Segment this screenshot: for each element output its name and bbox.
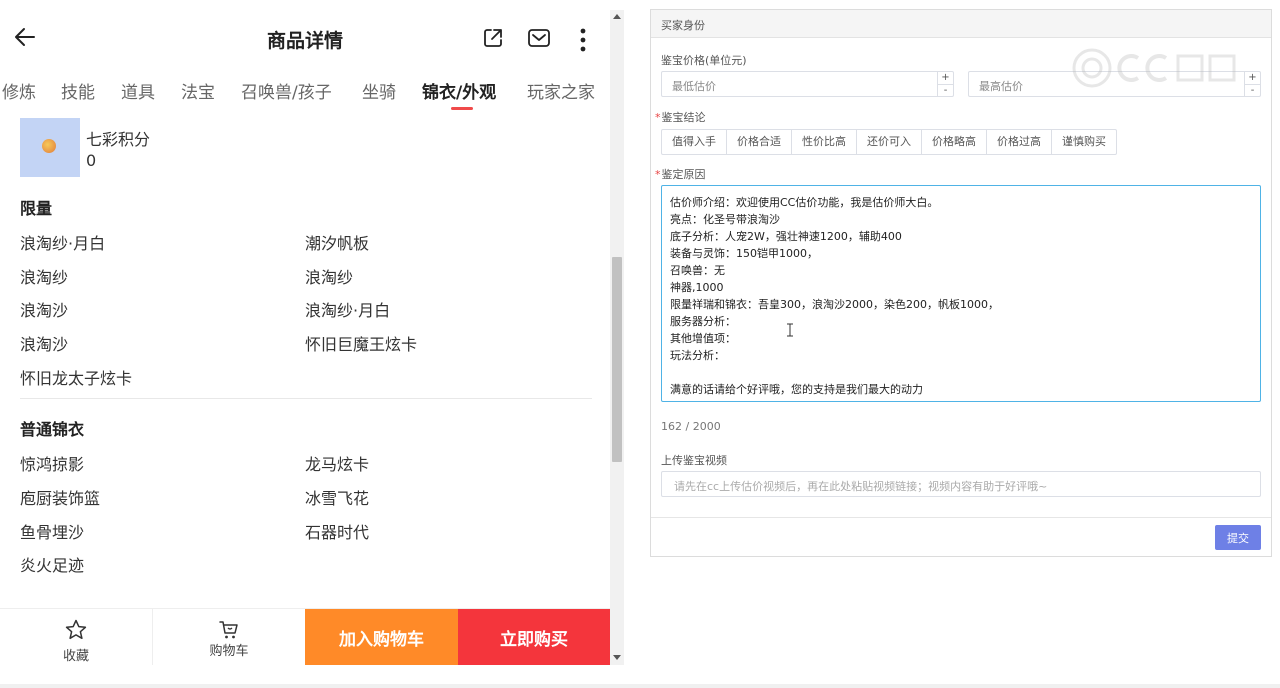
- message-icon[interactable]: [526, 26, 552, 50]
- scrollbar-thumb[interactable]: [612, 257, 622, 462]
- scroll-down-arrow-icon[interactable]: [613, 655, 621, 660]
- points-coin-icon: [42, 139, 56, 153]
- reason-line: 限量祥瑞和锦衣：吾皇300，浪淘沙2000，染色200，帆板1000，: [670, 298, 999, 311]
- video-link-input[interactable]: 请先在cc上传估价视频后，再在此处粘贴视频链接；视频内容有助于好评哦~: [661, 471, 1261, 497]
- list-item: 怀旧巨魔王炫卡: [305, 335, 418, 354]
- vertical-scrollbar[interactable]: [610, 10, 624, 665]
- reason-line: 装备与灵饰：150铠甲1000，: [670, 247, 818, 260]
- tab-pets-children[interactable]: 召唤兽/孩子: [241, 78, 332, 103]
- window-bottom-edge: [0, 684, 1280, 688]
- points-value: 0: [86, 151, 97, 170]
- star-icon: [65, 619, 87, 640]
- bottom-action-bar: 收藏 购物车 加入购物车 立即购买: [0, 608, 610, 665]
- tab-player-home[interactable]: 玩家之家: [527, 78, 595, 103]
- top-navbar: 商品详情: [0, 0, 610, 76]
- list-item: 浪淘纱: [20, 268, 69, 287]
- buy-now-button[interactable]: 立即购买: [458, 609, 610, 665]
- more-options-icon[interactable]: [572, 26, 594, 54]
- points-label: 七彩积分: [86, 130, 151, 149]
- tab-cultivation[interactable]: 修炼: [2, 78, 36, 103]
- cart-label: 购物车: [209, 644, 249, 659]
- regular-section-title: 普通锦衣: [20, 420, 85, 439]
- form-footer-divider: [651, 517, 1271, 518]
- min-price-input[interactable]: 最低估价 + -: [661, 71, 954, 97]
- tab-items[interactable]: 道具: [121, 78, 155, 103]
- max-price-placeholder: 最高估价: [979, 80, 1023, 93]
- cart-button[interactable]: 购物车: [153, 609, 305, 665]
- cart-icon: [219, 621, 238, 639]
- reason-line: 神器,1000: [670, 281, 724, 294]
- reason-line: 亮点：化圣号带浪淘沙: [670, 213, 780, 226]
- conclusion-options: 值得入手 价格合适 性价比高 还价可入 价格略高 价格过高 谨慎购买: [661, 129, 1117, 155]
- decrement-button[interactable]: -: [938, 84, 953, 96]
- tab-mounts[interactable]: 坐骑: [362, 78, 396, 103]
- points-badge-image: [20, 118, 80, 177]
- price-label: 鉴宝价格(单位元): [661, 54, 747, 67]
- category-tabs: 修炼 技能 道具 法宝 召唤兽/孩子 坐骑 锦衣/外观 玩家之家: [0, 78, 610, 114]
- increment-button[interactable]: +: [938, 72, 953, 84]
- tab-skills[interactable]: 技能: [61, 78, 95, 103]
- reason-line: 底子分析：人宠2W，强壮神速1200，辅助400: [670, 230, 902, 243]
- text-cursor-icon: [787, 323, 793, 337]
- section-divider: [20, 398, 592, 399]
- list-item: 炎火足迹: [20, 556, 85, 575]
- reason-line: 估价师介绍：欢迎使用CC估价功能，我是估价师大白。: [670, 196, 939, 209]
- list-item: 冰雪飞花: [305, 489, 370, 508]
- min-price-stepper[interactable]: + -: [937, 72, 953, 96]
- add-to-cart-button[interactable]: 加入购物车: [305, 609, 458, 665]
- scroll-up-arrow-icon[interactable]: [613, 14, 621, 19]
- favorite-label: 收藏: [62, 649, 89, 664]
- reason-textarea[interactable]: 估价师介绍：欢迎使用CC估价功能，我是估价师大白。 亮点：化圣号带浪淘沙 底子分…: [661, 185, 1261, 402]
- conclusion-option[interactable]: 谨慎购买: [1051, 129, 1117, 155]
- conclusion-option[interactable]: 还价可入: [856, 129, 922, 155]
- reason-line: 玩法分析：: [670, 349, 725, 362]
- panel-header: 买家身份: [651, 10, 1271, 38]
- favorite-button[interactable]: 收藏: [0, 609, 152, 665]
- conclusion-option[interactable]: 性价比高: [791, 129, 857, 155]
- list-item: 浪淘纱: [305, 268, 354, 287]
- list-item: 潮汐帆板: [305, 234, 370, 253]
- list-item: 鱼骨埋沙: [20, 523, 85, 542]
- limited-section-title: 限量: [20, 199, 53, 218]
- min-price-placeholder: 最低估价: [672, 80, 716, 93]
- list-item: 龙马炫卡: [305, 455, 370, 474]
- active-tab-indicator: [451, 107, 473, 110]
- reason-line: [670, 364, 1252, 381]
- list-item: 石器时代: [305, 523, 370, 542]
- submit-button[interactable]: 提交: [1215, 525, 1261, 550]
- appraisal-form-panel: 买家身份 鉴宝价格(单位元) 最低估价 + - 最高估价 + - *鉴宝结论 值…: [650, 9, 1272, 557]
- reason-label: *鉴定原因: [655, 168, 706, 181]
- list-item: 浪淘沙: [20, 301, 69, 320]
- reason-line: 服务器分析：: [670, 315, 736, 328]
- list-item: 庖厨装饰篮: [20, 489, 101, 508]
- conclusion-option[interactable]: 值得入手: [661, 129, 727, 155]
- reason-line: 其他增值项：: [670, 332, 736, 345]
- panel-title: 买家身份: [661, 19, 705, 32]
- tab-treasures[interactable]: 法宝: [181, 78, 215, 103]
- list-item: 惊鸿掠影: [20, 455, 85, 474]
- reason-line: 召唤兽：无: [670, 264, 725, 277]
- product-detail-panel: 商品详情 修炼 技能 道具 法宝 召唤兽/孩子 坐骑 锦衣/外观 玩家之家 七彩…: [0, 0, 610, 665]
- tab-outfits[interactable]: 锦衣/外观: [422, 78, 496, 103]
- video-label: 上传鉴宝视频: [661, 454, 727, 467]
- cc-watermark-logo: [1072, 48, 1236, 88]
- reason-line: 满意的话请给个好评哦，您的支持是我们最大的动力: [670, 383, 923, 396]
- page-title: 商品详情: [266, 30, 343, 52]
- list-item: 浪淘沙: [20, 335, 69, 354]
- conclusion-option[interactable]: 价格过高: [986, 129, 1052, 155]
- conclusion-label: *鉴宝结论: [655, 111, 706, 124]
- share-icon[interactable]: [481, 26, 505, 50]
- list-item: 浪淘纱·月白: [305, 301, 391, 320]
- char-counter: 162 / 2000: [661, 420, 721, 433]
- list-item: 浪淘纱·月白: [20, 234, 106, 253]
- conclusion-option[interactable]: 价格合适: [726, 129, 792, 155]
- list-item: 怀旧龙太子炫卡: [20, 369, 133, 388]
- conclusion-option[interactable]: 价格略高: [921, 129, 987, 155]
- video-link-placeholder: 请先在cc上传估价视频后，再在此处粘贴视频链接；视频内容有助于好评哦~: [674, 480, 1048, 493]
